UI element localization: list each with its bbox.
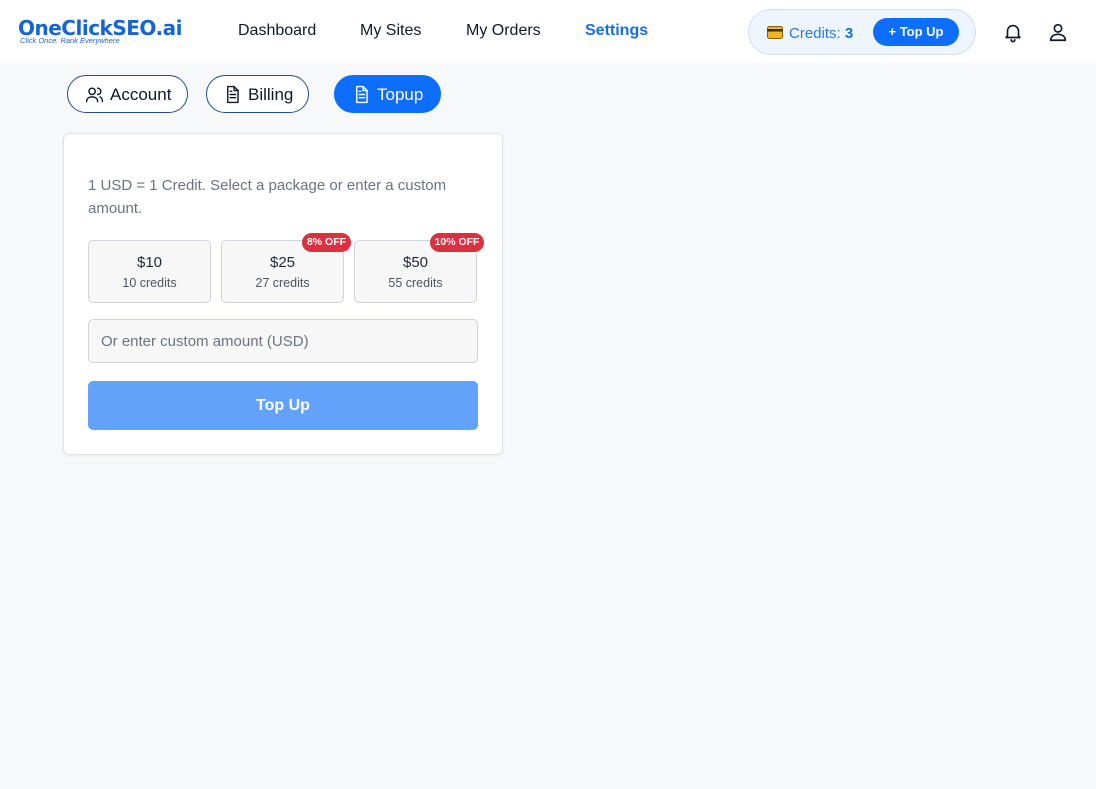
topup-submit-button[interactable]: Top Up — [88, 381, 478, 430]
nav-settings[interactable]: Settings — [585, 22, 648, 40]
tab-billing[interactable]: Billing — [206, 75, 309, 113]
discount-badge: 8% OFF — [302, 233, 351, 252]
topup-description: 1 USD = 1 Credit. Select a package or en… — [88, 177, 447, 217]
tab-topup-label: Topup — [377, 85, 424, 104]
brand-logo[interactable]: OneClickSEO.ai Click Once. Rank Everywhe… — [18, 16, 182, 48]
package-credits: 55 credits — [388, 276, 443, 290]
package-option[interactable]: $10 10 credits — [88, 240, 211, 303]
bell-icon[interactable] — [1002, 21, 1024, 43]
nav-my-sites[interactable]: My Sites — [360, 22, 421, 40]
brand-tagline: Click Once. Rank Everywhere — [20, 36, 120, 45]
document-icon — [356, 85, 368, 104]
nav-my-orders[interactable]: My Orders — [466, 22, 541, 40]
users-icon — [85, 87, 104, 103]
tab-account-label: Account — [110, 85, 172, 104]
package-option[interactable]: 10% OFF $50 55 credits — [354, 233, 484, 303]
tab-account[interactable]: Account — [67, 75, 188, 113]
top-header: OneClickSEO.ai Click Once. Rank Everywhe… — [0, 0, 1096, 63]
package-credits: 27 credits — [255, 276, 310, 290]
package-price: $10 — [136, 254, 163, 271]
wallet-icon — [767, 26, 783, 39]
topup-card: 1 USD = 1 Credit. Select a package or en… — [63, 133, 503, 455]
credits-display: Credits: 3 — [789, 25, 853, 42]
document-icon — [227, 85, 239, 104]
credits-value: 3 — [844, 25, 854, 42]
tab-topup[interactable]: Topup — [334, 75, 441, 113]
user-icon[interactable] — [1047, 21, 1069, 43]
tab-billing-label: Billing — [248, 85, 294, 104]
package-option[interactable]: 8% OFF $25 27 credits — [221, 233, 351, 303]
discount-badge: 10% OFF — [430, 233, 484, 252]
nav-dashboard[interactable]: Dashboard — [238, 22, 316, 40]
credits-label: Credits: — [789, 25, 841, 42]
package-price: $25 — [269, 254, 296, 271]
package-credits: 10 credits — [122, 276, 177, 290]
custom-amount-input[interactable] — [88, 319, 478, 363]
header-topup-button[interactable]: + Top Up — [873, 18, 959, 46]
package-price: $50 — [402, 254, 429, 271]
credits-widget: Credits: 3 + Top Up — [748, 9, 976, 55]
